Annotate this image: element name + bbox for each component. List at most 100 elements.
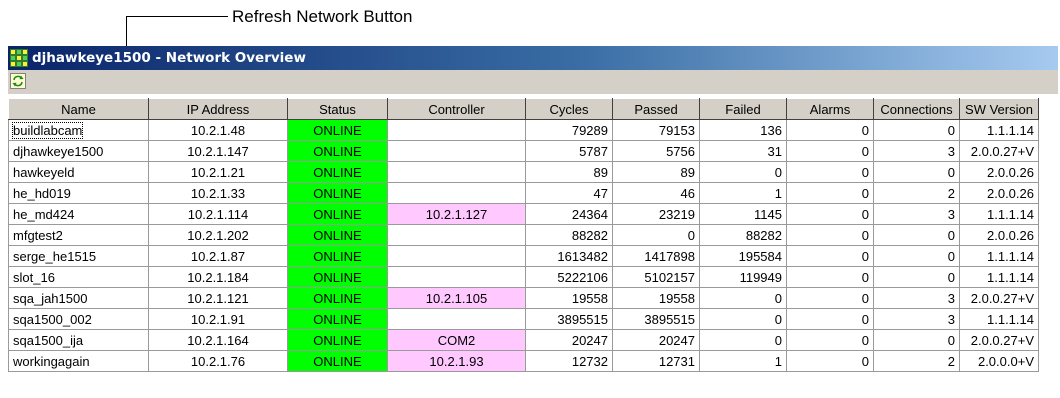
cell-cycles: 24364 xyxy=(525,203,613,225)
cell-controller: 10.2.1.127 xyxy=(387,203,526,225)
title-bar[interactable]: djhawkeye1500 - Network Overview xyxy=(8,46,1058,70)
table-row[interactable]: workingagain 10.2.1.76 ONLINE 10.2.1.93 1273… xyxy=(8,350,1039,372)
ip-address-value: 10.2.1.48 xyxy=(190,122,246,138)
table-row[interactable]: sqa1500_ija 10.2.1.164 ONLINE COM2 20247 2024… xyxy=(8,329,1039,351)
cycles-value: 5222106 xyxy=(557,269,608,285)
failed-value: 0 xyxy=(774,311,782,327)
table-row[interactable]: slot_16 10.2.1.184 ONLINE 5222106 5102157 119… xyxy=(8,266,1039,288)
table-header-row: Name IP Address Status Controller Cycles Pass… xyxy=(8,98,1039,120)
ip-address-value: 10.2.1.87 xyxy=(190,248,246,264)
refresh-network-button[interactable] xyxy=(10,73,26,89)
name-value: sqa_jah1500 xyxy=(13,290,88,306)
cycles-value: 24364 xyxy=(571,206,608,222)
cell-connections: 3 xyxy=(873,308,960,330)
connections-value: 3 xyxy=(947,311,955,327)
network-overview-window: djhawkeye1500 - Network Overview Name IP … xyxy=(8,46,1058,394)
refresh-icon xyxy=(12,75,24,87)
table-row[interactable]: serge_he1515 10.2.1.87 ONLINE 1613482 141789… xyxy=(8,245,1039,267)
cell-failed: 0 xyxy=(699,161,787,183)
cell-status: ONLINE xyxy=(287,245,388,267)
cell-connections: 0 xyxy=(873,245,960,267)
failed-value: 1145 xyxy=(754,206,782,222)
name-value: slot_16 xyxy=(13,269,55,285)
cell-controller xyxy=(387,161,526,183)
cell-failed: 0 xyxy=(699,287,787,309)
cell-passed: 3895515 xyxy=(612,308,700,330)
failed-value: 136 xyxy=(760,122,782,138)
cell-connections: 0 xyxy=(873,161,960,183)
alarms-value: 0 xyxy=(861,122,869,138)
column-header-ip-address[interactable]: IP Address xyxy=(148,98,288,120)
cell-controller xyxy=(387,266,526,288)
cell-name: hawkeyeld xyxy=(8,161,149,183)
name-value: djhawkeye1500 xyxy=(13,143,104,159)
cell-ip-address: 10.2.1.87 xyxy=(148,245,288,267)
ip-address-value: 10.2.1.33 xyxy=(190,185,246,201)
cycles-value: 47 xyxy=(593,185,608,201)
cell-ip-address: 10.2.1.202 xyxy=(148,224,288,246)
connections-value: 2 xyxy=(947,353,955,369)
table-row[interactable]: sqa_jah1500 10.2.1.121 ONLINE 10.2.1.105 195… xyxy=(8,287,1039,309)
alarms-value: 0 xyxy=(861,248,869,264)
cell-alarms: 0 xyxy=(786,329,874,351)
cell-status: ONLINE xyxy=(287,182,388,204)
cell-sw-version: 2.0.0.26 xyxy=(959,224,1039,246)
cell-ip-address: 10.2.1.33 xyxy=(148,182,288,204)
sw-version-value: 1.1.1.14 xyxy=(987,248,1034,264)
status-value: ONLINE xyxy=(313,290,362,306)
column-header-cycles[interactable]: Cycles xyxy=(525,98,613,120)
table-row[interactable]: djhawkeye1500 10.2.1.147 ONLINE 5787 5756 31 0… xyxy=(8,140,1039,162)
cell-failed: 136 xyxy=(699,119,787,141)
ip-address-value: 10.2.1.91 xyxy=(190,311,246,327)
cycles-value: 79289 xyxy=(571,122,608,138)
table-row[interactable]: sqa1500_002 10.2.1.91 ONLINE 3895515 3895515… xyxy=(8,308,1039,330)
status-value: ONLINE xyxy=(313,164,362,180)
cell-sw-version: 1.1.1.14 xyxy=(959,308,1039,330)
cell-status: ONLINE xyxy=(287,224,388,246)
column-header-status[interactable]: Status xyxy=(287,98,388,120)
cell-status: ONLINE xyxy=(287,119,388,141)
cell-name: he_md424 xyxy=(8,203,149,225)
table-row[interactable]: hawkeyeld 10.2.1.21 ONLINE 89 89 0 0 0 2.0.0.26 xyxy=(8,161,1039,183)
cell-sw-version: 2.0.0.0+V xyxy=(959,350,1039,372)
passed-value: 79153 xyxy=(658,122,695,138)
column-header-alarms[interactable]: Alarms xyxy=(786,98,874,120)
status-value: ONLINE xyxy=(313,332,362,348)
passed-value: 5102157 xyxy=(644,269,695,285)
ip-address-value: 10.2.1.202 xyxy=(187,227,249,243)
status-value: ONLINE xyxy=(313,185,362,201)
connections-value: 0 xyxy=(947,248,955,264)
cell-alarms: 0 xyxy=(786,140,874,162)
column-header-controller[interactable]: Controller xyxy=(387,98,526,120)
cell-name: djhawkeye1500 xyxy=(8,140,149,162)
cell-passed: 79153 xyxy=(612,119,700,141)
column-header-failed[interactable]: Failed xyxy=(699,98,787,120)
status-value: ONLINE xyxy=(313,248,362,264)
table-row[interactable]: buildlabcam 10.2.1.48 ONLINE 79289 79153 136 0… xyxy=(8,119,1039,141)
column-header-name[interactable]: Name xyxy=(8,98,149,120)
network-table-container[interactable]: Name IP Address Status Controller Cycles Pass… xyxy=(8,98,1058,394)
cell-passed: 89 xyxy=(612,161,700,183)
column-header-sw-version[interactable]: SW Version xyxy=(959,98,1039,120)
cell-failed: 1145 xyxy=(699,203,787,225)
failed-value: 88282 xyxy=(745,227,782,243)
cell-sw-version: 2.0.0.26 xyxy=(959,182,1039,204)
ip-address-value: 10.2.1.114 xyxy=(187,206,249,222)
failed-value: 0 xyxy=(774,164,782,180)
column-header-connections[interactable]: Connections xyxy=(873,98,960,120)
toolbar xyxy=(8,70,1058,94)
table-row[interactable]: mfgtest2 10.2.1.202 ONLINE 88282 0 88282 0 0 2.0… xyxy=(8,224,1039,246)
cell-connections: 2 xyxy=(873,182,960,204)
sw-version-value: 2.0.0.26 xyxy=(987,227,1034,243)
cell-connections: 0 xyxy=(873,329,960,351)
cell-sw-version: 2.0.0.27+V xyxy=(959,140,1039,162)
passed-value: 1417898 xyxy=(644,248,695,264)
table-row[interactable]: he_md424 10.2.1.114 ONLINE 10.2.1.127 24364 2… xyxy=(8,203,1039,225)
column-header-passed[interactable]: Passed xyxy=(612,98,700,120)
failed-value: 195584 xyxy=(738,248,782,264)
table-row[interactable]: he_hd019 10.2.1.33 ONLINE 47 46 1 0 2 2.0.0.26 xyxy=(8,182,1039,204)
connections-value: 3 xyxy=(947,290,955,306)
ip-address-value: 10.2.1.21 xyxy=(190,164,246,180)
failed-value: 119949 xyxy=(739,269,782,285)
failed-value: 1 xyxy=(774,353,782,369)
